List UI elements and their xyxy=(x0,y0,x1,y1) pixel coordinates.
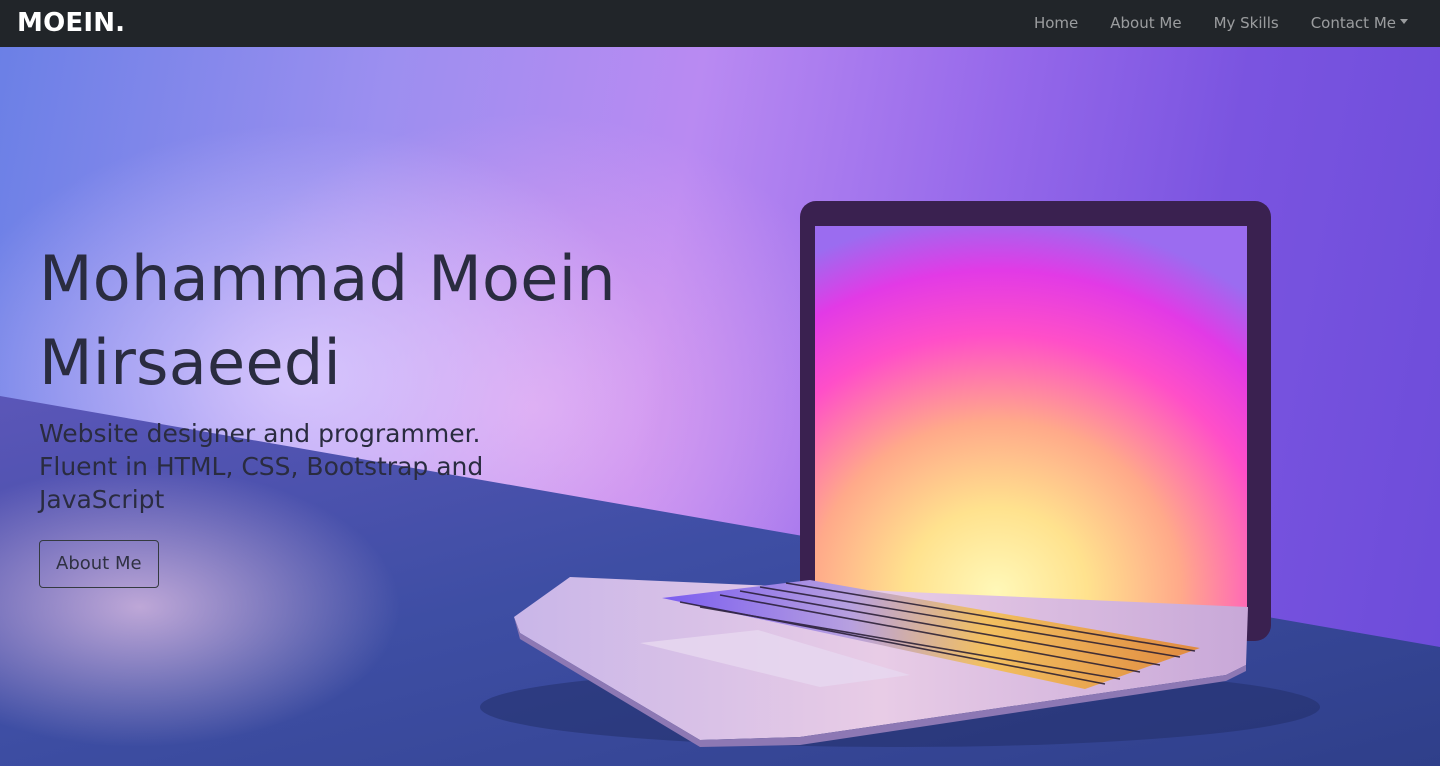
nav-link-contact-label: Contact Me xyxy=(1310,14,1396,32)
nav-link-home-label: Home xyxy=(1033,14,1079,32)
top-navbar: MOEIN. Home About Me My Skills Contact M… xyxy=(0,0,1440,47)
caret-down-icon xyxy=(1400,19,1408,24)
about-me-button[interactable]: About Me xyxy=(39,540,159,588)
nav-link-about[interactable]: About Me xyxy=(1094,0,1197,47)
nav-link-skills-label: My Skills xyxy=(1213,14,1279,32)
brand-logo[interactable]: MOEIN. xyxy=(17,0,125,47)
hero-section: Mohammad Moein Mirsaeedi Website designe… xyxy=(0,47,1440,766)
nav-links: Home About Me My Skills Contact Me xyxy=(1018,0,1424,47)
nav-link-home[interactable]: Home xyxy=(1018,0,1094,47)
nav-link-skills[interactable]: My Skills xyxy=(1198,0,1295,47)
hero-title: Mohammad Moein Mirsaeedi xyxy=(39,242,616,399)
hero-subtitle: Website designer and programmer. Fluent … xyxy=(39,419,484,514)
nav-link-about-label: About Me xyxy=(1110,14,1182,32)
hero-content: Mohammad Moein Mirsaeedi Website designe… xyxy=(39,237,679,588)
nav-dropdown-contact[interactable]: Contact Me xyxy=(1295,0,1424,47)
